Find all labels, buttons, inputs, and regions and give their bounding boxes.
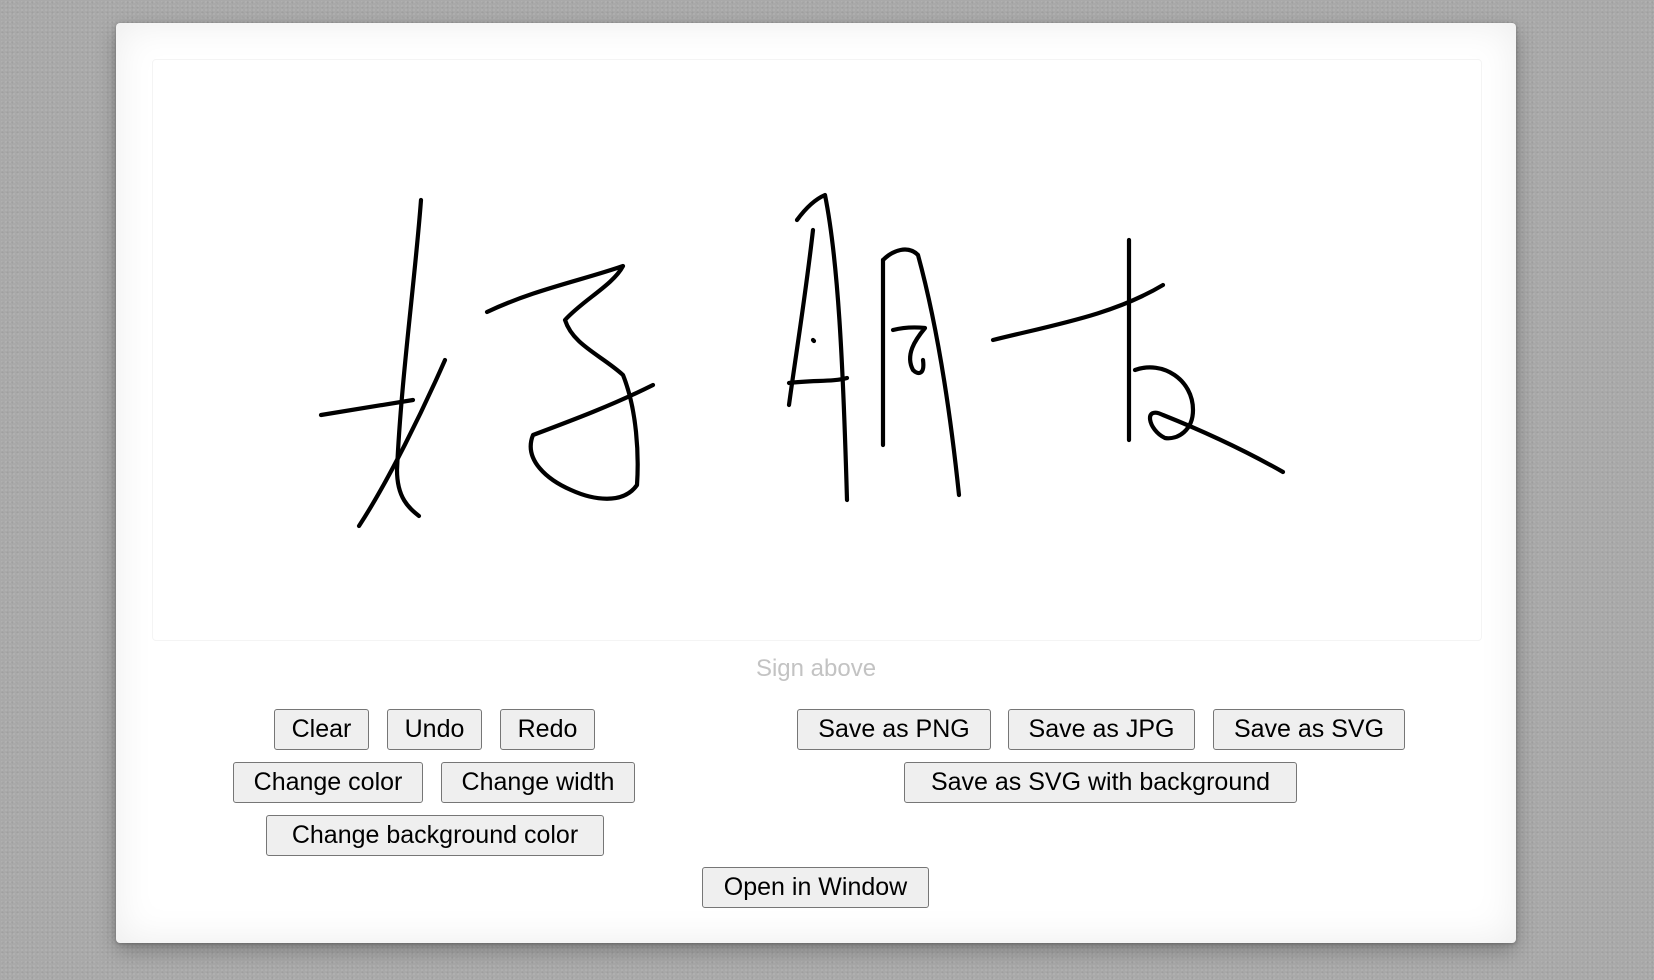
signature-stroke	[786, 375, 850, 386]
change-color-button[interactable]: Change color	[233, 762, 423, 803]
change-background-color-button[interactable]: Change background color	[266, 815, 604, 856]
save-svg-button[interactable]: Save as SVG	[1213, 709, 1405, 750]
save-png-button[interactable]: Save as PNG	[797, 709, 991, 750]
save-svg-with-background-button[interactable]: Save as SVG with background	[904, 762, 1297, 803]
redo-button[interactable]: Redo	[500, 709, 595, 750]
signature-stroke	[786, 227, 816, 408]
signature-stroke	[794, 192, 850, 503]
signature-canvas[interactable]	[152, 59, 1482, 641]
signature-strokes	[318, 192, 1286, 529]
change-width-button[interactable]: Change width	[441, 762, 635, 803]
signature-stroke	[394, 197, 424, 519]
save-jpg-button[interactable]: Save as JPG	[1008, 709, 1195, 750]
signature-stroke	[990, 282, 1166, 343]
open-in-window-button[interactable]: Open in Window	[702, 867, 929, 908]
signature-pad: Sign above Clear Undo Redo Change color …	[116, 23, 1516, 943]
undo-button[interactable]: Undo	[387, 709, 482, 750]
sign-above-description: Sign above	[755, 655, 877, 682]
signature-stroke	[810, 337, 817, 344]
signature-stroke	[484, 263, 656, 501]
clear-button[interactable]: Clear	[274, 709, 369, 750]
signature-stroke	[1132, 365, 1286, 475]
signature-stroke	[890, 325, 928, 376]
